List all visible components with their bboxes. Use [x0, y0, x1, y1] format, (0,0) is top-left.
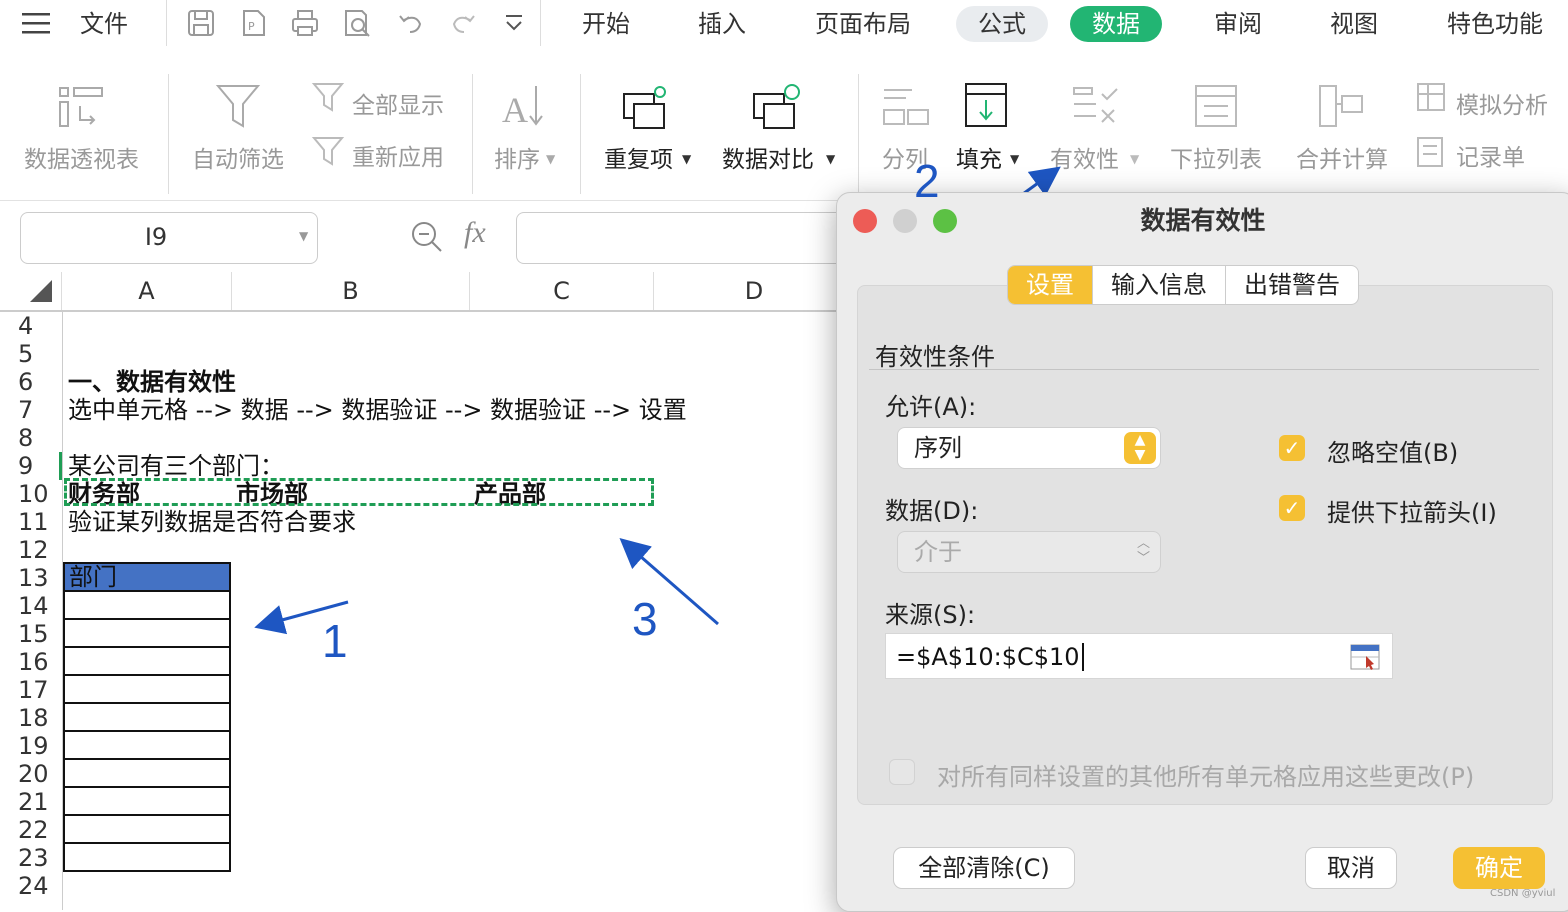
annotation-3: 3	[632, 593, 658, 645]
dialog-tabs: 设置 输入信息 出错警告	[1007, 265, 1359, 305]
data-select-value: 介于	[914, 538, 962, 566]
dialog-title: 数据有效性	[1140, 206, 1266, 235]
clear-all-button[interactable]: 全部清除(C)	[893, 847, 1075, 889]
data-validation-dialog: 数据有效性 设置 输入信息 出错警告 有效性条件 允许(A): 序列 ▲ ▼ ✓ …	[836, 192, 1568, 912]
validation-criteria-heading: 有效性条件	[875, 343, 995, 371]
ignore-blank-checkbox[interactable]: ✓	[1279, 435, 1305, 461]
source-label: 来源(S):	[885, 601, 976, 629]
updown-chevron-icon: ︿ ﹀	[1136, 536, 1150, 566]
data-label: 数据(D):	[885, 497, 979, 525]
in-cell-dropdown-label: 提供下拉箭头(I)	[1327, 499, 1497, 527]
ignore-blank-label: 忽略空值(B)	[1327, 439, 1459, 467]
watermark: CSDN @yviul	[1490, 888, 1556, 899]
tab-input-message[interactable]: 输入信息	[1093, 266, 1226, 304]
annotation-2: 2	[914, 155, 940, 207]
in-cell-dropdown-checkbox[interactable]: ✓	[1279, 495, 1305, 521]
cancel-button[interactable]: 取消	[1305, 847, 1397, 889]
section-divider	[869, 369, 1539, 370]
apply-all-label: 对所有同样设置的其他所有单元格应用这些更改(P)	[937, 763, 1475, 791]
select-stepper-icon: ▲ ▼	[1124, 432, 1156, 464]
source-input-value: =$A$10:$C$10	[896, 643, 1084, 671]
apply-all-checkbox[interactable]	[889, 759, 915, 785]
allow-select-value: 序列	[914, 434, 962, 462]
ok-button[interactable]: 确定	[1453, 847, 1545, 889]
source-input[interactable]: =$A$10:$C$10	[885, 633, 1393, 679]
allow-label: 允许(A):	[885, 393, 977, 421]
annotation-1: 1	[322, 615, 348, 667]
tab-error-alert[interactable]: 出错警告	[1226, 266, 1358, 304]
allow-select[interactable]: 序列 ▲ ▼	[897, 427, 1161, 469]
range-picker-icon[interactable]	[1350, 644, 1380, 674]
data-select[interactable]: 介于 ︿ ﹀	[897, 531, 1161, 573]
tab-settings[interactable]: 设置	[1008, 266, 1093, 304]
